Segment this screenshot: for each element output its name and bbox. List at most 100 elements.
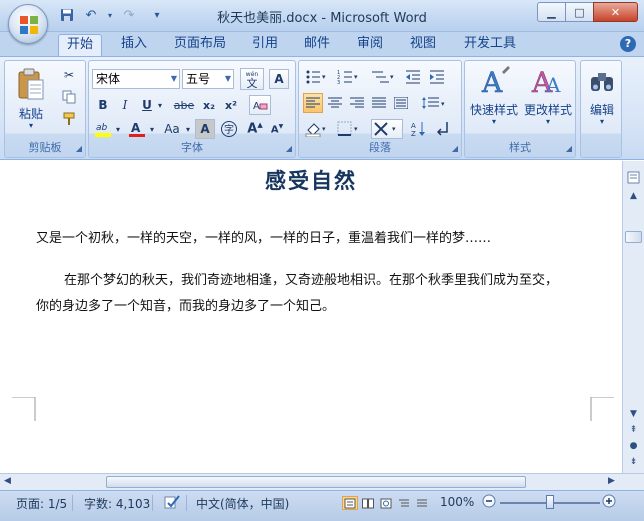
tab-page-layout[interactable]: 页面布局: [166, 34, 234, 56]
ruler-toggle-icon[interactable]: [626, 171, 641, 186]
next-page-icon[interactable]: ⇟: [626, 455, 641, 470]
scroll-down-icon[interactable]: ▼: [626, 407, 641, 422]
change-styles-button[interactable]: 更改样式: [521, 101, 575, 118]
underline-button[interactable]: U: [137, 95, 157, 115]
line-spacing-button[interactable]: ▾: [419, 93, 449, 113]
web-layout-view-icon[interactable]: [378, 496, 394, 510]
print-layout-view-icon[interactable]: [342, 496, 358, 510]
shading-button[interactable]: ▾: [303, 119, 331, 139]
close-button[interactable]: ✕: [593, 2, 638, 22]
outline-view-icon[interactable]: [396, 496, 412, 510]
font-launcher-icon[interactable]: ◢: [286, 144, 292, 153]
increase-indent-button[interactable]: [427, 67, 447, 87]
align-left-button[interactable]: [303, 93, 323, 113]
word-count[interactable]: 字数: 4,103: [84, 495, 150, 512]
numbering-button[interactable]: 1 2 3 ▾: [335, 67, 361, 87]
phonetic-guide-button[interactable]: wén 文: [240, 68, 264, 90]
align-center-button[interactable]: [325, 93, 345, 113]
subscript-button[interactable]: x₂: [199, 95, 219, 115]
vertical-scrollbar[interactable]: ▲ ▼ ⇞ ● ⇟: [622, 161, 644, 473]
highlight-dropdown-icon[interactable]: ▾: [113, 119, 123, 139]
zoom-out-icon[interactable]: [482, 494, 496, 511]
quick-styles-dropdown-icon[interactable]: ▾: [467, 117, 521, 126]
svg-text:▾: ▾: [322, 125, 326, 133]
decrease-indent-icon: [406, 70, 420, 84]
bold-button[interactable]: B: [93, 95, 113, 115]
quick-styles-icon[interactable]: A: [475, 63, 515, 99]
tab-mailings[interactable]: 邮件: [296, 34, 338, 56]
scroll-thumb[interactable]: [625, 231, 642, 243]
bullets-button[interactable]: ▾: [303, 67, 329, 87]
scroll-right-icon[interactable]: ▶: [608, 476, 615, 486]
char-border-button[interactable]: A: [269, 69, 289, 89]
scroll-up-icon[interactable]: ▲: [626, 189, 641, 204]
editing-button[interactable]: 编辑: [581, 101, 623, 118]
sort-button[interactable]: AZ: [409, 119, 429, 139]
grow-font-button[interactable]: A▲: [245, 119, 265, 139]
maximize-button[interactable]: □: [565, 2, 594, 22]
tab-references[interactable]: 引用: [244, 34, 286, 56]
tab-view[interactable]: 视图: [402, 34, 444, 56]
copy-icon[interactable]: [59, 87, 79, 107]
format-painter-icon[interactable]: [59, 109, 79, 129]
multilevel-list-button[interactable]: ▾: [369, 67, 397, 87]
proofing-icon[interactable]: [164, 495, 180, 512]
distributed-button[interactable]: [391, 93, 411, 113]
shrink-font-button[interactable]: A▼: [267, 119, 287, 139]
find-binoculars-icon[interactable]: [585, 67, 619, 97]
change-styles-dropdown-icon[interactable]: ▾: [521, 117, 575, 126]
scroll-left-icon[interactable]: ◀: [4, 476, 11, 486]
draft-view-icon[interactable]: [414, 496, 430, 510]
justify-button[interactable]: [369, 93, 389, 113]
zoom-slider-thumb[interactable]: [546, 495, 554, 509]
document-page[interactable]: 感受自然 又是一个初秋，一样的天空，一样的风，一样的日子，重温着我们一样的梦………: [0, 161, 622, 473]
highlight-button[interactable]: ab: [93, 119, 113, 139]
window-controls: ▁ □ ✕: [537, 2, 638, 22]
quick-styles-button[interactable]: 快速样式: [467, 101, 521, 118]
language-indicator[interactable]: 中文(简体，中国): [196, 495, 289, 512]
paste-dropdown-icon[interactable]: ▾: [11, 121, 51, 130]
zoom-in-icon[interactable]: [602, 494, 616, 511]
full-screen-reading-view-icon[interactable]: [360, 496, 376, 510]
char-shading-button[interactable]: A: [195, 119, 215, 139]
font-color-button[interactable]: A: [127, 119, 147, 139]
font-color-dropdown-icon[interactable]: ▾: [147, 119, 157, 139]
horizontal-scrollbar[interactable]: ◀ ▶: [0, 473, 644, 490]
enclose-characters-button[interactable]: 字: [219, 119, 239, 139]
help-icon[interactable]: ?: [620, 36, 636, 52]
tab-review[interactable]: 审阅: [349, 34, 391, 56]
tab-home[interactable]: 开始: [58, 34, 102, 56]
underline-dropdown-icon[interactable]: ▾: [155, 95, 165, 115]
page-corner-mark: [590, 397, 614, 421]
font-size-combo[interactable]: 五号 ▼: [182, 69, 234, 89]
borders-button[interactable]: ▾: [335, 119, 363, 139]
decrease-indent-button[interactable]: [403, 67, 423, 87]
clipboard-launcher-icon[interactable]: ◢: [76, 144, 82, 153]
horizontal-scroll-thumb[interactable]: [106, 476, 526, 488]
previous-page-icon[interactable]: ⇞: [626, 423, 641, 438]
cut-icon[interactable]: ✂: [59, 65, 79, 85]
italic-button[interactable]: I: [115, 95, 135, 115]
tab-insert[interactable]: 插入: [113, 34, 155, 56]
align-right-button[interactable]: [347, 93, 367, 113]
change-case-button[interactable]: Aa: [161, 119, 183, 139]
strikethrough-button[interactable]: abe: [171, 95, 197, 115]
font-name-combo[interactable]: 宋体 ▼: [92, 69, 180, 89]
styles-launcher-icon[interactable]: ◢: [566, 144, 572, 153]
minimize-button[interactable]: ▁: [537, 2, 566, 22]
superscript-button[interactable]: x²: [221, 95, 241, 115]
chinese-layout-button[interactable]: ▾: [371, 119, 403, 139]
editing-dropdown-icon[interactable]: ▾: [581, 117, 623, 126]
paste-icon[interactable]: [13, 67, 49, 103]
show-marks-button[interactable]: [433, 119, 453, 139]
paragraph-launcher-icon[interactable]: ◢: [452, 144, 458, 153]
browse-object-icon[interactable]: ●: [626, 439, 641, 454]
zoom-level[interactable]: 100%: [440, 495, 474, 509]
clear-formatting-button[interactable]: A: [249, 95, 271, 115]
office-button[interactable]: [8, 4, 48, 44]
tab-developer[interactable]: 开发工具: [456, 34, 524, 56]
paste-button[interactable]: 粘贴: [11, 105, 51, 122]
change-styles-icon[interactable]: AA: [527, 63, 567, 99]
page-count[interactable]: 页面: 1/5: [16, 495, 67, 512]
change-case-dropdown-icon[interactable]: ▾: [183, 119, 193, 139]
